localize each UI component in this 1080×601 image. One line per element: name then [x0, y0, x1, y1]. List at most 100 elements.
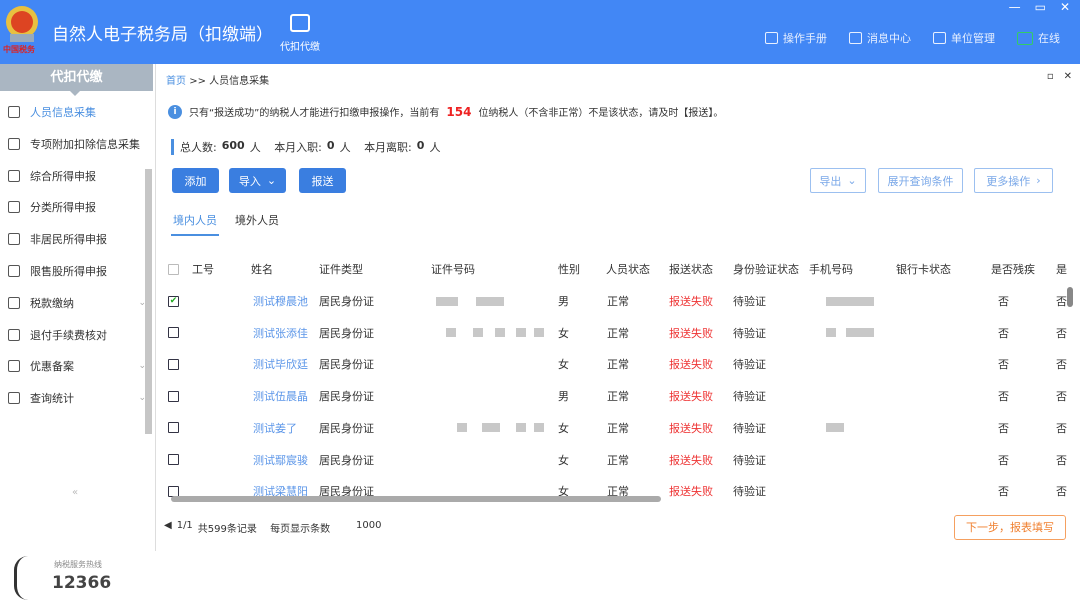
- person-name-link[interactable]: 测试鄢宸骏: [253, 452, 308, 468]
- column-header[interactable]: 是: [1056, 261, 1067, 277]
- sidebar-item[interactable]: 优惠备案 ⌄: [8, 356, 146, 376]
- column-header[interactable]: 报送状态: [669, 261, 713, 277]
- sidebar-item[interactable]: 退付手续费核对: [8, 325, 146, 345]
- list-icon: [8, 137, 20, 150]
- add-button[interactable]: 添加: [172, 168, 219, 193]
- unit-management-link[interactable]: 单位管理: [933, 30, 995, 46]
- restore-panel-icon[interactable]: ▫: [1047, 71, 1054, 82]
- id-type: 居民身份证: [319, 453, 374, 467]
- disabled-flag: 否: [998, 326, 1009, 340]
- id-type: 居民身份证: [319, 421, 374, 435]
- row-checkbox[interactable]: [168, 358, 179, 370]
- column-header[interactable]: 银行卡状态: [896, 261, 951, 277]
- sidebar-scrollbar[interactable]: [145, 169, 152, 434]
- sidebar-item[interactable]: 分类所得申报: [8, 197, 146, 217]
- hotline-logo: 纳税服务热线 12366: [14, 556, 124, 601]
- table-row[interactable]: 测试毕欣廷 居民身份证 女 正常 报送失败 待验证 否 否: [156, 354, 1080, 374]
- column-header[interactable]: 工号: [192, 261, 214, 277]
- sidebar-item[interactable]: 综合所得申报: [8, 166, 146, 186]
- row-checkbox[interactable]: [168, 454, 179, 465]
- chevron-right-icon: ›: [1036, 174, 1041, 187]
- breadcrumb-sep: >>: [189, 76, 206, 87]
- online-status[interactable]: 在线: [1017, 30, 1060, 46]
- import-label: 导入: [238, 174, 261, 188]
- column-header[interactable]: 人员状态: [606, 261, 650, 277]
- expand-query-button[interactable]: 展开查询条件: [878, 168, 963, 193]
- column-header[interactable]: 证件类型: [319, 261, 363, 277]
- disabled-flag: 否: [998, 485, 1009, 499]
- row-checkbox[interactable]: ✔: [168, 295, 179, 307]
- column-header[interactable]: 是否残疾: [991, 261, 1035, 277]
- person-name-link[interactable]: 测试张添佳: [253, 325, 308, 341]
- person-name-link[interactable]: 测试穆晨池: [253, 293, 308, 309]
- vertical-scrollbar[interactable]: [1067, 279, 1074, 494]
- table-row[interactable]: 测试张添佳 居民身份证 女 正常 报送失败 待验证 否 否: [156, 323, 1080, 343]
- layers-icon: [8, 169, 20, 182]
- breadcrumb-home[interactable]: 首页: [166, 76, 186, 87]
- person-name-link[interactable]: 测试毕欣廷: [253, 356, 308, 372]
- last-column: 否: [1056, 295, 1067, 308]
- column-header[interactable]: 手机号码: [809, 261, 853, 277]
- redacted-block: [473, 328, 483, 338]
- sidebar-item[interactable]: 专项附加扣除信息采集: [8, 134, 146, 154]
- redacted-block: [826, 423, 844, 433]
- message-center-link[interactable]: 消息中心: [849, 30, 911, 46]
- manual-link[interactable]: 操作手册: [765, 30, 827, 46]
- pagination: ◀ 1/1 ▶ 共599条记录 每页显示条数 1000: [164, 520, 381, 535]
- gender: 女: [558, 453, 569, 467]
- person-status: 正常: [607, 295, 629, 308]
- disabled-flag: 否: [998, 358, 1009, 372]
- sidebar-item[interactable]: 查询统计 ⌄: [8, 388, 146, 408]
- sidebar-title: 代扣代缴: [0, 64, 153, 96]
- top-tab-withholding[interactable]: 代扣代缴: [278, 14, 322, 53]
- redacted-block: [495, 328, 505, 338]
- leave-value: 0: [416, 139, 425, 152]
- person-name-link[interactable]: 测试伍晨晶: [253, 388, 308, 404]
- prev-page-button[interactable]: ◀: [164, 520, 172, 535]
- import-button[interactable]: 导入 ⌄: [229, 168, 286, 193]
- pie-icon: [8, 201, 20, 214]
- sidebar-item[interactable]: 税款缴纳 ⌄: [8, 293, 146, 313]
- tab-domestic[interactable]: 境内人员: [171, 212, 219, 236]
- sidebar-item-label: 分类所得申报: [30, 201, 96, 215]
- sidebar-item[interactable]: 人员信息采集: [8, 102, 146, 122]
- scroll-thumb[interactable]: [1067, 287, 1073, 307]
- sidebar-item-label: 优惠备案: [30, 360, 74, 374]
- tab-foreign[interactable]: 境外人员: [235, 212, 279, 236]
- report-status: 报送失败: [669, 485, 713, 499]
- export-button[interactable]: 导出 ⌄: [810, 168, 866, 193]
- table-row[interactable]: 测试鄢宸骏 居民身份证 女 正常 报送失败 待验证 否 否: [156, 450, 1080, 470]
- user-icon: [8, 233, 20, 246]
- sidebar-item-label: 查询统计: [30, 392, 74, 406]
- minimize-button[interactable]: —: [1009, 0, 1021, 14]
- last-column: 否: [1056, 358, 1067, 372]
- report-status: 报送失败: [669, 295, 713, 308]
- disabled-flag: 否: [998, 390, 1009, 404]
- table-row[interactable]: 测试伍晨晶 居民身份证 男 正常 报送失败 待验证 否 否: [156, 386, 1080, 406]
- close-window-button[interactable]: ✕: [1060, 0, 1070, 14]
- redacted-block: [516, 328, 526, 338]
- column-header[interactable]: 性别: [558, 261, 580, 277]
- close-panel-icon[interactable]: ✕: [1064, 71, 1072, 82]
- person-name-link[interactable]: 测试姜了: [253, 420, 297, 436]
- collapse-sidebar-button[interactable]: «: [72, 487, 78, 498]
- column-header[interactable]: 证件号码: [431, 261, 475, 277]
- submit-button[interactable]: 报送: [299, 168, 346, 193]
- row-checkbox[interactable]: [168, 422, 179, 434]
- sidebar-item[interactable]: 非居民所得申报: [8, 229, 146, 249]
- horizontal-scrollbar[interactable]: [171, 496, 661, 502]
- row-checkbox[interactable]: [168, 390, 179, 402]
- maximize-button[interactable]: ▭: [1035, 0, 1046, 14]
- column-header[interactable]: 姓名: [251, 261, 273, 277]
- table-row[interactable]: 测试姜了 居民身份证 女 正常 报送失败 待验证 否 否: [156, 418, 1080, 438]
- next-step-button[interactable]: 下一步，报表填写: [954, 515, 1066, 540]
- more-actions-button[interactable]: 更多操作 ›: [974, 168, 1053, 193]
- table-row[interactable]: ✔ 测试穆晨池 居民身份证 男 正常 报送失败 待验证 否 否: [156, 291, 1080, 311]
- select-all-checkbox[interactable]: [168, 263, 179, 275]
- redacted-block: [516, 423, 526, 433]
- per-page-select[interactable]: 1000: [356, 520, 381, 535]
- row-checkbox[interactable]: [168, 327, 179, 339]
- column-header[interactable]: 身份验证状态: [733, 261, 799, 277]
- sidebar-item[interactable]: 限售股所得申报: [8, 261, 146, 281]
- last-column: 否: [1056, 453, 1067, 467]
